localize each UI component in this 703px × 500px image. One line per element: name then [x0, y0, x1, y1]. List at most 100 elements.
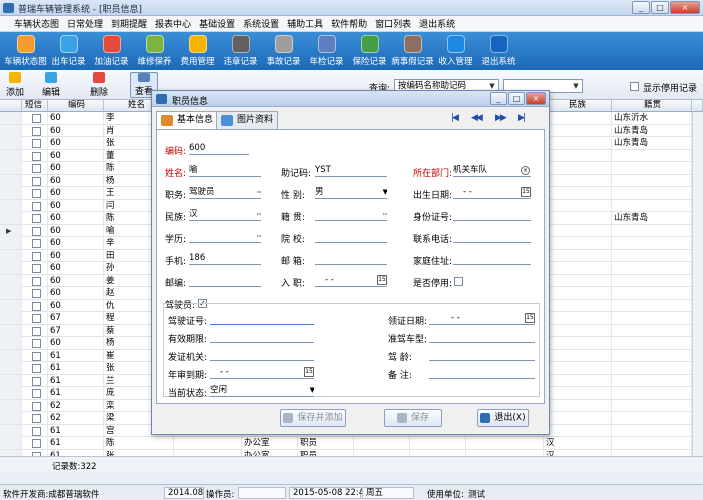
- toolbar-dispatch-button[interactable]: 出车记录: [47, 32, 90, 70]
- menu-tools[interactable]: 辅助工具: [283, 17, 327, 30]
- first-record-button[interactable]: |◀: [451, 113, 459, 123]
- scrollbar-up[interactable]: [692, 100, 703, 112]
- ellipsis-icon[interactable]: ···: [382, 209, 387, 220]
- vehicle-type-field[interactable]: [429, 331, 535, 343]
- delete-button[interactable]: 删除: [90, 72, 108, 98]
- vertical-scrollbar[interactable]: [692, 112, 703, 456]
- toolbar-cost-button[interactable]: 费用管理: [176, 32, 219, 70]
- sms-checkbox[interactable]: [32, 164, 41, 173]
- sms-checkbox[interactable]: [32, 214, 41, 223]
- valid-period-field[interactable]: [210, 331, 314, 343]
- mobile-field[interactable]: 186: [189, 253, 261, 265]
- close-button[interactable]: ×: [670, 1, 700, 14]
- mnemonic-field[interactable]: YST: [315, 165, 387, 177]
- toolbar-accident-button[interactable]: 事故记录: [262, 32, 305, 70]
- sms-checkbox[interactable]: [32, 326, 41, 336]
- menu-windows[interactable]: 窗口列表: [371, 17, 415, 30]
- sms-checkbox[interactable]: [32, 314, 41, 323]
- ellipsis-icon[interactable]: ···: [256, 187, 261, 198]
- sms-checkbox[interactable]: [32, 151, 41, 161]
- name-field[interactable]: 喻: [189, 165, 261, 177]
- toolbar-car-status-button[interactable]: 车辆状态图: [4, 32, 47, 70]
- birth-date-field[interactable]: - - 15: [453, 187, 531, 199]
- sms-checkbox[interactable]: [32, 139, 41, 148]
- email-field[interactable]: [315, 253, 387, 265]
- sms-checkbox[interactable]: [32, 339, 41, 348]
- clear-icon[interactable]: ×: [521, 166, 530, 175]
- calendar-icon[interactable]: 15: [304, 367, 314, 377]
- calendar-icon[interactable]: 15: [525, 313, 535, 323]
- review-date-field[interactable]: - - 15: [210, 367, 314, 379]
- code-field[interactable]: 600: [189, 143, 249, 155]
- sms-checkbox[interactable]: [32, 276, 41, 286]
- toolbar-fuel-button[interactable]: 加油记录: [90, 32, 133, 70]
- join-date-field[interactable]: - - 15: [315, 275, 387, 287]
- col-header-ethnic[interactable]: 民族: [544, 100, 612, 112]
- ellipsis-icon[interactable]: ···: [256, 209, 261, 220]
- sms-checkbox[interactable]: [32, 376, 41, 386]
- calendar-icon[interactable]: 15: [377, 275, 387, 285]
- edit-button[interactable]: 编辑: [42, 72, 60, 98]
- minimize-button[interactable]: _: [632, 1, 650, 14]
- menu-system-settings[interactable]: 系统设置: [239, 17, 283, 30]
- menu-vehicle-status[interactable]: 车辆状态图: [0, 17, 63, 30]
- col-header-code[interactable]: 编码: [48, 100, 104, 112]
- school-field[interactable]: [315, 231, 387, 243]
- sms-checkbox[interactable]: [32, 301, 41, 311]
- dialog-close-button[interactable]: ×: [526, 92, 546, 105]
- sms-checkbox[interactable]: [32, 426, 41, 436]
- sms-checkbox[interactable]: [32, 351, 41, 361]
- sms-checkbox[interactable]: [32, 401, 41, 411]
- save-and-add-button[interactable]: 保存并添加: [280, 409, 346, 427]
- sms-checkbox[interactable]: [32, 189, 41, 198]
- menu-reports[interactable]: 报表中心: [151, 17, 195, 30]
- calendar-icon[interactable]: 15: [521, 187, 531, 197]
- sms-checkbox[interactable]: [32, 264, 41, 273]
- exit-button[interactable]: 退出(X): [477, 409, 529, 427]
- sms-checkbox[interactable]: [32, 439, 41, 448]
- state-select[interactable]: 空闲 ▼: [210, 385, 314, 397]
- education-field[interactable]: ···: [189, 231, 261, 243]
- sms-checkbox[interactable]: [32, 176, 41, 186]
- sms-checkbox[interactable]: [32, 364, 41, 373]
- col-header-sms[interactable]: 短信: [22, 100, 48, 112]
- origin-field[interactable]: ···: [315, 209, 387, 221]
- driving-age-field[interactable]: [429, 349, 535, 361]
- tab-pictures[interactable]: 图片资料: [216, 111, 279, 129]
- table-row[interactable]: 61 陈 办公室 职员 汉: [0, 437, 703, 450]
- tab-basic-info[interactable]: 基本信息: [156, 111, 219, 130]
- sms-checkbox[interactable]: [32, 114, 41, 123]
- toolbar-insurance-button[interactable]: 保险记录: [348, 32, 391, 70]
- sms-checkbox[interactable]: [32, 251, 41, 261]
- toolbar-income-button[interactable]: 收入管理: [434, 32, 477, 70]
- next-record-button[interactable]: ▶▶: [495, 113, 507, 123]
- home-address-field[interactable]: [453, 253, 531, 265]
- toolbar-exit-button[interactable]: 退出系统: [477, 32, 520, 70]
- toolbar-inspection-button[interactable]: 年检记录: [305, 32, 348, 70]
- issue-date-field[interactable]: - - 15: [429, 313, 535, 325]
- toolbar-repair-button[interactable]: 维修保养: [133, 32, 176, 70]
- sms-checkbox[interactable]: [32, 239, 41, 248]
- col-header-origin[interactable]: 籍贯: [612, 100, 692, 112]
- ethnic-field[interactable]: 汉 ···: [189, 209, 261, 221]
- menu-exit[interactable]: 退出系统: [415, 17, 459, 30]
- dialog-maximize-button[interactable]: □: [508, 92, 525, 105]
- sms-checkbox[interactable]: [32, 126, 41, 136]
- sms-checkbox[interactable]: [32, 389, 41, 398]
- maximize-button[interactable]: □: [651, 1, 669, 14]
- sms-checkbox[interactable]: [32, 226, 41, 236]
- sms-checkbox[interactable]: [32, 201, 41, 211]
- toolbar-leave-button[interactable]: 病事假记录: [391, 32, 434, 70]
- last-record-button[interactable]: ▶|: [518, 113, 526, 123]
- remark-field[interactable]: [429, 367, 535, 379]
- menu-daily[interactable]: 日常处理: [63, 17, 107, 30]
- prev-record-button[interactable]: ◀◀: [471, 113, 483, 123]
- menu-basic-settings[interactable]: 基础设置: [195, 17, 239, 30]
- menu-help[interactable]: 软件帮助: [327, 17, 371, 30]
- idcard-field[interactable]: [453, 209, 531, 221]
- dept-field[interactable]: 机关车队 ×: [453, 165, 531, 177]
- license-field[interactable]: [210, 313, 314, 325]
- stopped-checkbox[interactable]: [454, 277, 463, 286]
- dialog-minimize-button[interactable]: _: [490, 92, 507, 105]
- sms-checkbox[interactable]: [32, 414, 41, 423]
